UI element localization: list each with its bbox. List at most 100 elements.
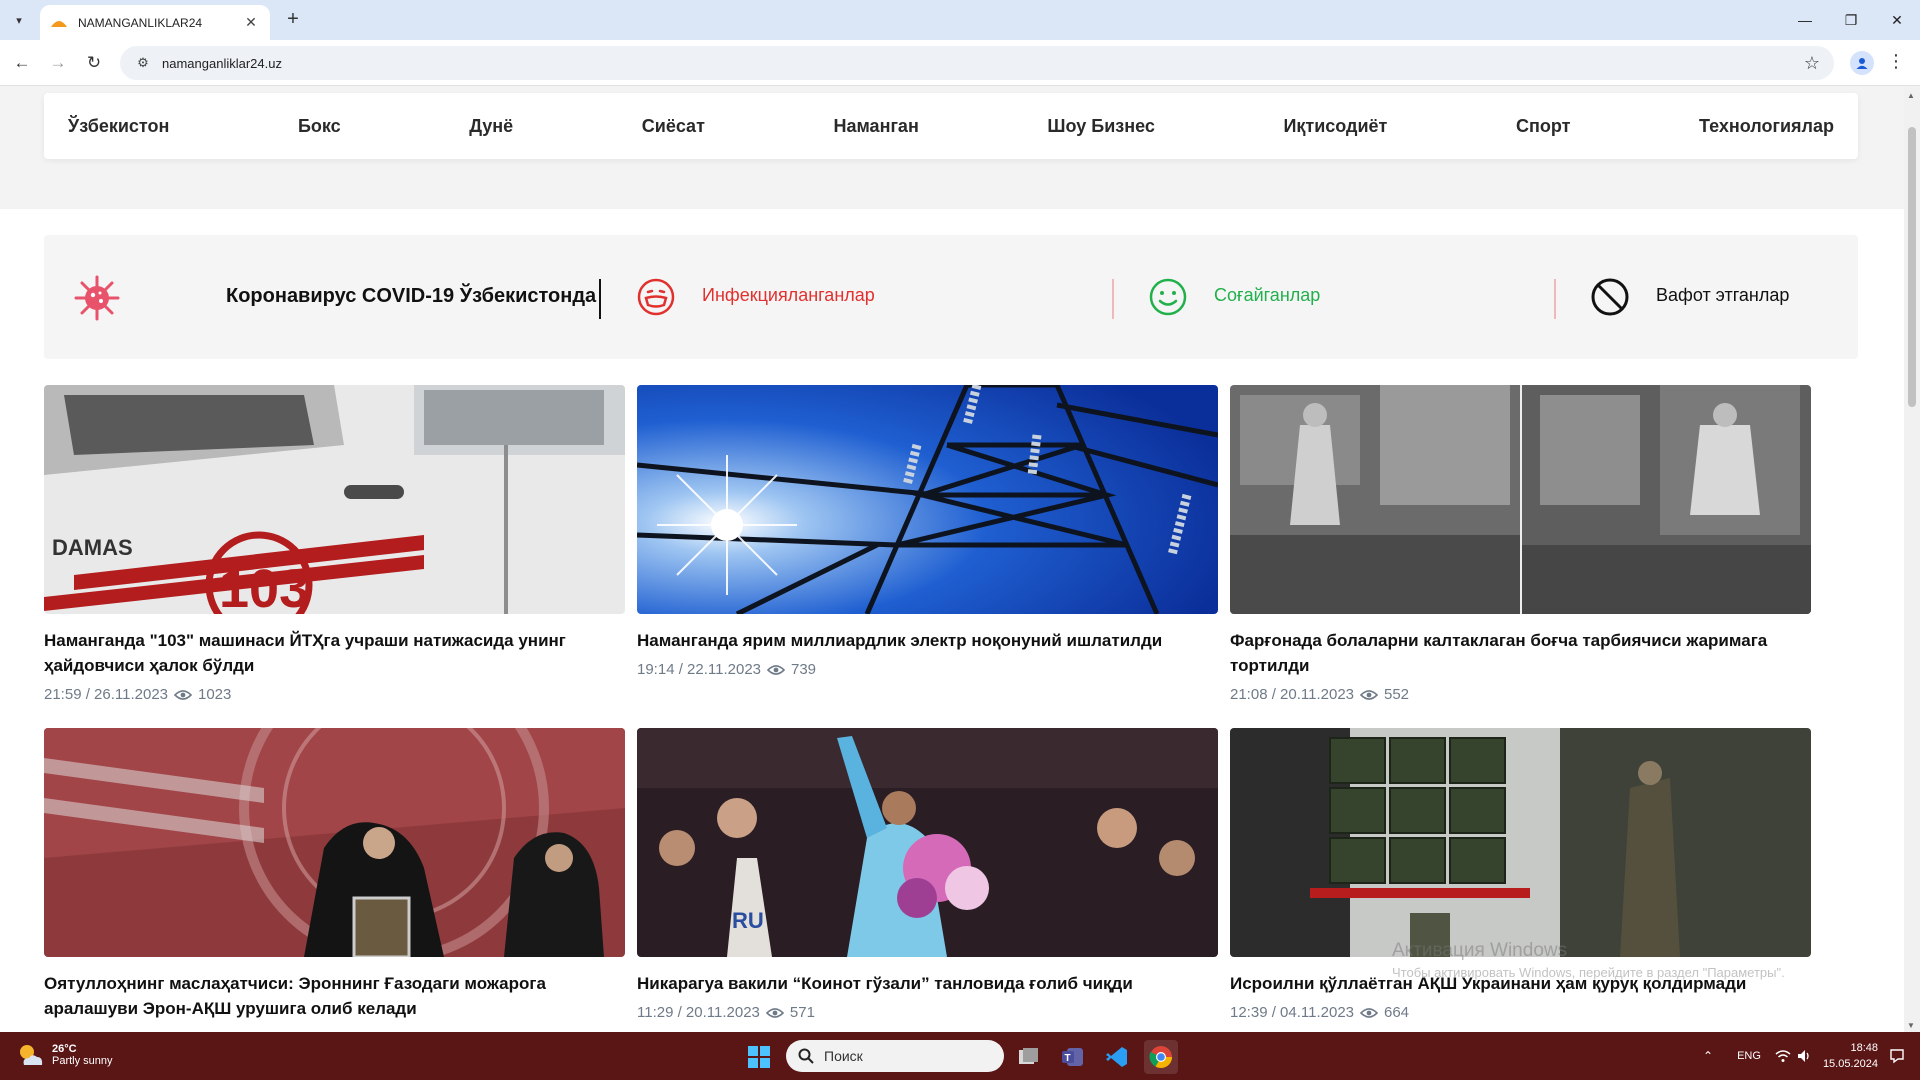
header-band: Ўзбекистон Бокс Дунё Сиёсат Наманган Шоу… <box>0 87 1904 209</box>
prohibited-icon <box>1591 278 1629 316</box>
browser-tab[interactable]: NAMANGANLIKLAR24 ✕ <box>40 5 270 40</box>
eye-icon <box>174 689 192 700</box>
bookmark-star-icon[interactable]: ☆ <box>1804 53 1820 74</box>
news-meta: 12:39 / 04.11.2023 664 <box>1230 1004 1811 1021</box>
infected-label[interactable]: Инфекцияланганлар <box>702 285 875 306</box>
language-indicator[interactable]: ENG <box>1737 1050 1761 1062</box>
covid-title: Коронавирус COVID-19 Ўзбекистонда <box>226 285 597 307</box>
windows-activation-subtitle: Чтобы активировать Windows, перейдите в … <box>1392 965 1785 980</box>
chrome-icon[interactable] <box>1144 1040 1178 1074</box>
taskbar: 26°C Partly sunny Поиск T ⌃ ENG 18:48 15… <box>0 1032 1920 1080</box>
news-card[interactable]: RU Никарагуа вакили “Коинот гўзали” танл… <box>637 728 1218 1021</box>
scroll-up-icon[interactable]: ▲ <box>1907 91 1915 100</box>
tab-close-icon[interactable]: ✕ <box>242 14 260 31</box>
taskbar-search-label: Поиск <box>824 1048 863 1064</box>
nav-item-economy[interactable]: Иқтисодиёт <box>1283 116 1387 137</box>
svg-text:T: T <box>1065 1053 1071 1064</box>
news-card[interactable]: DAMAS 103 Наманганда "103" машинаси ЙТҲг… <box>44 385 625 703</box>
browser-toolbar: ← → ↻ ⚙ namanganliklar24.uz ☆ ⋮ <box>0 40 1920 86</box>
news-title[interactable]: Наманганда "103" машинаси ЙТҲга учраши н… <box>44 628 625 678</box>
news-title[interactable]: Никарагуа вакили “Коинот гўзали” танлови… <box>637 971 1218 996</box>
news-views: 571 <box>789 1004 815 1021</box>
news-title[interactable]: Наманганда ярим миллиардлик электр ноқон… <box>637 628 1218 653</box>
close-window-icon[interactable]: ✕ <box>1874 0 1920 40</box>
eye-icon <box>1360 1007 1378 1018</box>
deaths-label[interactable]: Вафот этганлар <box>1656 285 1789 306</box>
divider <box>1554 279 1556 319</box>
notification-icon[interactable] <box>1888 1047 1906 1065</box>
wifi-icon[interactable] <box>1775 1049 1791 1063</box>
minimize-icon[interactable]: — <box>1782 0 1828 40</box>
weather-desc: Partly sunny <box>52 1055 113 1067</box>
restore-icon[interactable]: ❐ <box>1828 0 1874 40</box>
news-card[interactable]: Оятуллоҳнинг маслаҳатчиси: Эроннинг Ғазо… <box>44 728 625 1021</box>
eye-icon <box>765 1007 784 1018</box>
news-card[interactable]: Фарғонада болаларни калтаклаган боғча та… <box>1230 385 1811 703</box>
scroll-thumb[interactable] <box>1908 127 1916 407</box>
recovered-label[interactable]: Соғайганлар <box>1214 285 1320 306</box>
reload-icon[interactable]: ↻ <box>82 51 106 75</box>
volume-icon[interactable] <box>1797 1049 1811 1063</box>
site-favicon-icon <box>51 20 67 27</box>
news-date: 21:59 / 26.11.2023 <box>44 686 168 703</box>
news-views: 1023 <box>198 686 232 703</box>
weather-widget[interactable]: 26°C Partly sunny <box>16 1040 113 1070</box>
nav-item-world[interactable]: Дунё <box>469 116 513 137</box>
ambulance-number-text: 103 <box>219 559 309 614</box>
teams-icon[interactable]: T <box>1056 1040 1090 1074</box>
page-viewport: Ўзбекистон Бокс Дунё Сиёсат Наманган Шоу… <box>0 87 1904 1032</box>
nav-item-uzbekistan[interactable]: Ўзбекистон <box>68 116 169 137</box>
tray-chevron-icon[interactable]: ⌃ <box>1703 1049 1713 1063</box>
start-icon[interactable] <box>742 1040 776 1074</box>
news-title[interactable]: Фарғонада болаларни калтаклаган боғча та… <box>1230 628 1811 678</box>
weather-temp: 26°C <box>52 1043 77 1055</box>
news-date: 21:08 / 20.11.2023 <box>1230 686 1354 703</box>
nav-item-technology[interactable]: Технологиялар <box>1699 116 1834 137</box>
window-controls: — ❐ ✕ <box>1782 0 1920 40</box>
new-tab-button[interactable]: + <box>282 9 304 31</box>
news-image[interactable]: DAMAS 103 <box>44 385 625 614</box>
profile-icon[interactable] <box>1850 51 1874 75</box>
news-image[interactable] <box>637 385 1218 614</box>
scroll-down-icon[interactable]: ▼ <box>1907 1021 1915 1030</box>
task-view-icon[interactable] <box>1012 1040 1046 1074</box>
partly-sunny-icon <box>20 1045 43 1065</box>
browser-tab-bar: ▾ NAMANGANLIKLAR24 ✕ + — ❐ ✕ <box>0 0 1920 40</box>
back-icon[interactable]: ← <box>10 51 34 75</box>
covid-widget: Коронавирус COVID-19 Ўзбекистонда Инфекц… <box>44 235 1858 359</box>
nav-item-boxing[interactable]: Бокс <box>298 116 341 137</box>
eye-icon <box>767 664 785 675</box>
clock[interactable]: 18:48 15.05.2024 <box>1823 1040 1878 1072</box>
news-meta: 11:29 / 20.11.2023 571 <box>637 1004 1218 1021</box>
news-meta: 21:59 / 26.11.2023 1023 <box>44 686 625 703</box>
nav-item-sport[interactable]: Спорт <box>1516 116 1570 137</box>
nav-item-show-business[interactable]: Шоу Бизнес <box>1047 116 1154 137</box>
url-text[interactable]: namanganliklar24.uz <box>162 56 282 71</box>
address-bar[interactable]: ⚙ namanganliklar24.uz ☆ <box>120 46 1834 80</box>
news-title[interactable]: Оятуллоҳнинг маслаҳатчиси: Эроннинг Ғазо… <box>44 971 625 1021</box>
news-card[interactable]: Наманганда ярим миллиардлик электр ноқон… <box>637 385 1218 678</box>
vscode-icon[interactable] <box>1100 1040 1134 1074</box>
news-views: 664 <box>1384 1004 1410 1021</box>
page-scrollbar[interactable]: ▲ ▼ <box>1904 87 1920 1032</box>
site-settings-icon[interactable]: ⚙ <box>134 54 152 72</box>
news-image[interactable] <box>1230 385 1811 614</box>
divider <box>1112 279 1114 319</box>
news-date: 11:29 / 20.11.2023 <box>637 1004 760 1021</box>
news-image[interactable] <box>1230 728 1811 957</box>
search-icon <box>798 1048 814 1064</box>
mask-face-icon <box>637 278 675 316</box>
eye-icon <box>1360 689 1378 700</box>
news-meta: 19:14 / 22.11.2023 739 <box>637 661 1218 678</box>
news-image[interactable]: RU <box>637 728 1218 957</box>
nav-item-politics[interactable]: Сиёсат <box>642 116 705 137</box>
nav-item-namangan[interactable]: Наманган <box>833 116 918 137</box>
tab-search-icon[interactable]: ▾ <box>8 9 30 31</box>
news-views: 739 <box>791 661 817 678</box>
forward-icon[interactable]: → <box>46 51 70 75</box>
smile-icon <box>1149 278 1187 316</box>
windows-activation-title: Активация Windows <box>1392 940 1568 961</box>
browser-menu-icon[interactable]: ⋮ <box>1886 51 1906 75</box>
news-image[interactable] <box>44 728 625 957</box>
taskbar-search[interactable]: Поиск <box>786 1040 1004 1072</box>
